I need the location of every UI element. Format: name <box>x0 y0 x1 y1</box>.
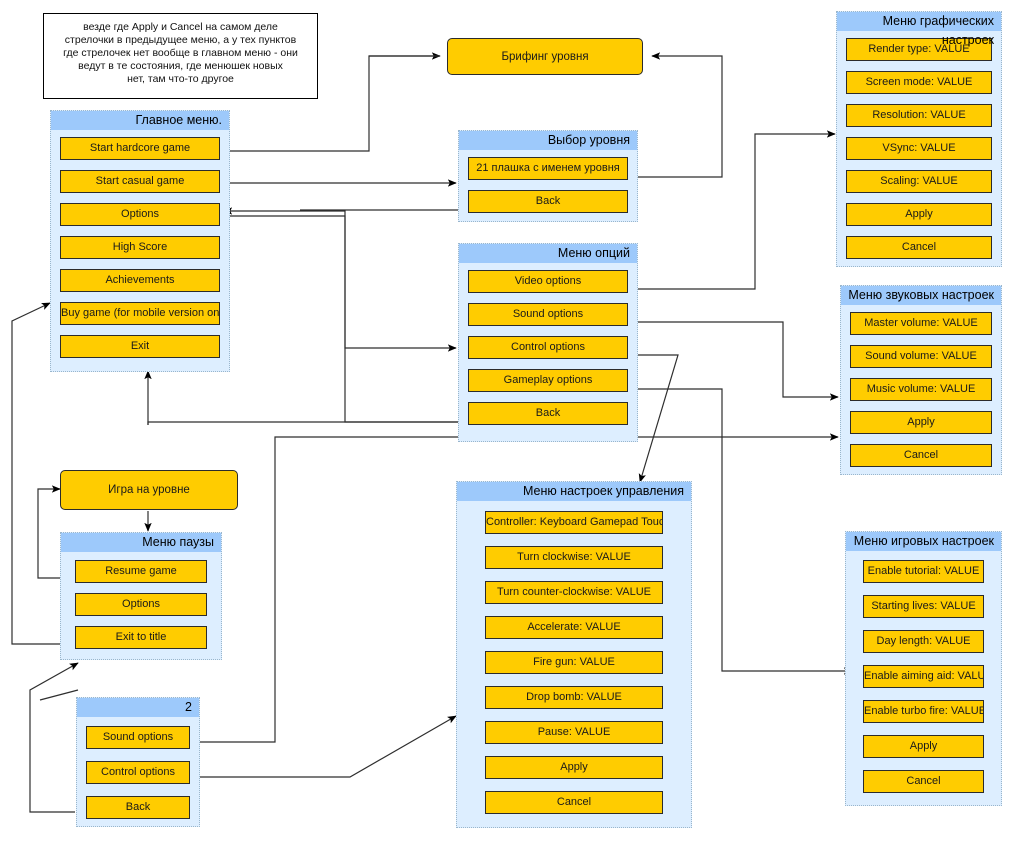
sound-apply-button[interactable]: Apply <box>850 411 992 434</box>
setting-music-volume[interactable]: Music volume: VALUE <box>850 378 992 401</box>
setting-scaling[interactable]: Scaling: VALUE <box>846 170 992 193</box>
diagram-canvas: везде где Apply и Cancel на самом деле с… <box>0 0 1024 849</box>
panel-title-graphics-settings: Меню графических настроек <box>837 12 1001 47</box>
graphics-cancel-button[interactable]: Cancel <box>846 236 992 259</box>
panel-body-control-settings: Controller: Keyboard Gamepad Touch Turn … <box>457 501 691 824</box>
panel-title-level-select: Выбор уровня <box>459 131 637 150</box>
arrow-feed-main-horiz <box>147 421 470 425</box>
note-line: ведут в те состояния, где менюшек новых <box>78 60 283 72</box>
setting-enable-tutorial[interactable]: Enable tutorial: VALUE <box>863 560 984 583</box>
gameplay-apply-button[interactable]: Apply <box>863 735 984 758</box>
menu-item-level-select-back[interactable]: Back <box>468 190 628 213</box>
note-line: нет, там что-то другое <box>127 73 234 85</box>
state-label: Брифинг уровня <box>501 50 589 63</box>
graphics-apply-button[interactable]: Apply <box>846 203 992 226</box>
setting-master-volume[interactable]: Master volume: VALUE <box>850 312 992 335</box>
note-line: где стрелочек нет вообще в главном меню … <box>63 47 298 59</box>
panel-body-graphics-settings: Render type: VALUE Screen mode: VALUE Re… <box>837 31 1001 267</box>
sound-cancel-button[interactable]: Cancel <box>850 444 992 467</box>
menu-item-start-casual[interactable]: Start casual game <box>60 170 220 193</box>
note-line: стрелочки в предыдущее меню, а у тех пун… <box>64 34 297 46</box>
arrow-video-to-graphics <box>620 130 836 290</box>
panel-body-gameplay-settings: Enable tutorial: VALUE Starting lives: V… <box>846 551 1001 802</box>
gameplay-cancel-button[interactable]: Cancel <box>863 770 984 793</box>
control-cancel-button[interactable]: Cancel <box>485 791 663 814</box>
panel-title-gameplay-settings: Меню игровых настроек <box>846 532 1001 551</box>
panel-graphics-settings: Меню графических настроек Render type: V… <box>836 11 1002 267</box>
panel-control-settings: Меню настроек управления Controller: Key… <box>456 481 692 828</box>
setting-turn-clockwise[interactable]: Turn clockwise: VALUE <box>485 546 663 569</box>
setting-day-length[interactable]: Day length: VALUE <box>863 630 984 653</box>
panel-main-menu: Главное меню. Start hardcore game Start … <box>50 110 230 372</box>
pause-options-item-sound[interactable]: Sound options <box>86 726 190 749</box>
panel-title-sound-settings: Меню звуковых настроек <box>841 286 1001 305</box>
arrow-panel2control-to-controlsettings <box>200 715 457 778</box>
panel-options-menu: Меню опций Video options Sound options C… <box>458 243 638 442</box>
setting-enable-turbo-fire[interactable]: Enable turbo fire: VALUE <box>863 700 984 723</box>
pause-item-exit-to-title[interactable]: Exit to title <box>75 626 207 649</box>
menu-item-buy-game[interactable]: Buy game (for mobile version only) <box>60 302 220 325</box>
menu-item-achievements[interactable]: Achievements <box>60 269 220 292</box>
arrow-panel2back-to-pause <box>29 662 79 813</box>
panel-body-main-menu: Start hardcore game Start casual game Op… <box>51 130 229 366</box>
state-level-gameplay[interactable]: Игра на уровне <box>60 470 238 510</box>
panel-gameplay-settings: Меню игровых настроек Enable tutorial: V… <box>845 531 1002 806</box>
menu-item-video-options[interactable]: Video options <box>468 270 628 293</box>
arrow-pauseoptions-to-panel2 <box>39 689 79 701</box>
menu-item-options[interactable]: Options <box>60 203 220 226</box>
setting-pause-key[interactable]: Pause: VALUE <box>485 721 663 744</box>
panel-body-options-menu: Video options Sound options Control opti… <box>459 263 637 433</box>
menu-item-sound-options[interactable]: Sound options <box>468 303 628 326</box>
note-box: везде где Apply и Cancel на самом деле с… <box>43 13 318 99</box>
panel-title-options-menu: Меню опций <box>459 244 637 263</box>
menu-item-control-options[interactable]: Control options <box>468 336 628 359</box>
panel-title-pause-menu: Меню паузы <box>61 533 221 552</box>
panel-body-pause-menu: Resume game Options Exit to title <box>61 552 221 657</box>
pause-item-resume-game[interactable]: Resume game <box>75 560 207 583</box>
menu-item-options-back[interactable]: Back <box>468 402 628 425</box>
setting-enable-aiming-aid[interactable]: Enable aiming aid: VALUE <box>863 665 984 688</box>
setting-drop-bomb[interactable]: Drop bomb: VALUE <box>485 686 663 709</box>
menu-item-high-score[interactable]: High Score <box>60 236 220 259</box>
state-level-briefing[interactable]: Брифинг уровня <box>447 38 643 75</box>
setting-screen-mode[interactable]: Screen mode: VALUE <box>846 71 992 94</box>
panel-title-pause-options-menu: 2 <box>77 698 199 717</box>
setting-turn-counter-clockwise[interactable]: Turn counter-clockwise: VALUE <box>485 581 663 604</box>
panel-pause-menu: Меню паузы Resume game Options Exit to t… <box>60 532 222 660</box>
panel-level-select: Выбор уровня 21 плашка с именем уровня B… <box>458 130 638 222</box>
arrow-sound-to-soundsettings <box>620 321 839 401</box>
setting-sound-volume[interactable]: Sound volume: VALUE <box>850 345 992 368</box>
setting-vsync[interactable]: VSync: VALUE <box>846 137 992 160</box>
menu-item-exit[interactable]: Exit <box>60 335 220 358</box>
panel-body-sound-settings: Master volume: VALUE Sound volume: VALUE… <box>841 305 1001 475</box>
setting-fire-gun[interactable]: Fire gun: VALUE <box>485 651 663 674</box>
menu-item-level-plate[interactable]: 21 плашка с именем уровня <box>468 157 628 180</box>
pause-options-item-back[interactable]: Back <box>86 796 190 819</box>
panel-body-pause-options-menu: Sound options Control options Back <box>77 717 199 828</box>
menu-item-start-hardcore[interactable]: Start hardcore game <box>60 137 220 160</box>
pause-options-item-control[interactable]: Control options <box>86 761 190 784</box>
setting-controller[interactable]: Controller: Keyboard Gamepad Touch <box>485 511 663 534</box>
pause-item-options[interactable]: Options <box>75 593 207 616</box>
note-line: везде где Apply и Cancel на самом деле <box>83 21 278 33</box>
menu-item-gameplay-options[interactable]: Gameplay options <box>468 369 628 392</box>
panel-title-control-settings: Меню настроек управления <box>457 482 691 501</box>
panel-body-level-select: 21 плашка с именем уровня Back <box>459 150 637 221</box>
panel-title-main-menu: Главное меню. <box>51 111 229 130</box>
arrow-options-to-optionsmenu <box>220 215 457 352</box>
control-apply-button[interactable]: Apply <box>485 756 663 779</box>
panel-pause-options-menu: 2 Sound options Control options Back <box>76 697 200 827</box>
arrow-optionsback-to-mainoptions <box>223 207 466 423</box>
panel-sound-settings: Меню звуковых настроек Master volume: VA… <box>840 285 1002 475</box>
state-label: Игра на уровне <box>108 484 190 496</box>
setting-accelerate[interactable]: Accelerate: VALUE <box>485 616 663 639</box>
setting-starting-lives[interactable]: Starting lives: VALUE <box>863 595 984 618</box>
setting-resolution[interactable]: Resolution: VALUE <box>846 104 992 127</box>
